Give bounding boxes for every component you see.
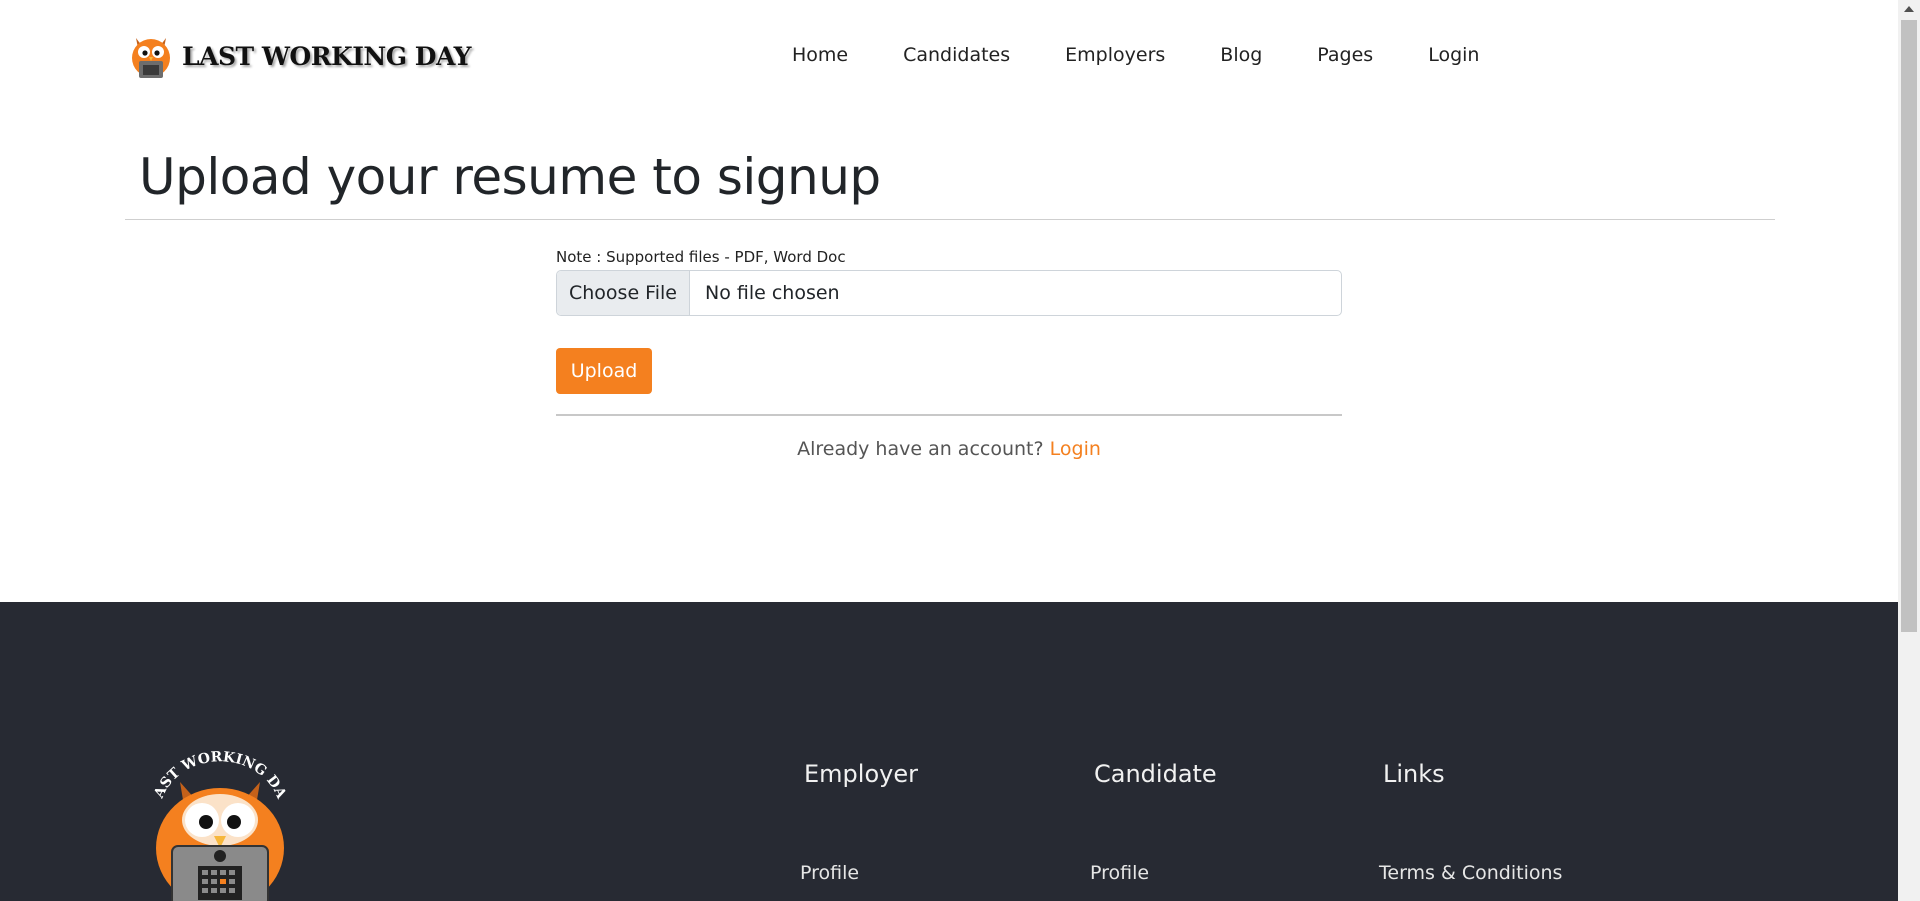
nav-blog[interactable]: Blog: [1220, 40, 1262, 70]
nav-employers[interactable]: Employers: [1065, 40, 1165, 70]
account-prompt-text: Already have an account?: [797, 438, 1044, 460]
supported-files-note: Note : Supported files - PDF, Word Doc: [556, 248, 846, 266]
choose-file-button[interactable]: Choose File: [557, 271, 690, 315]
form-divider: [556, 414, 1342, 416]
footer-terms-link[interactable]: Terms & Conditions: [1379, 862, 1562, 884]
footer-column-links: Links Terms & Conditions: [1379, 760, 1562, 884]
account-prompt-line: Already have an account? Login: [556, 438, 1342, 460]
brand-logo[interactable]: LAST WORKING DAY: [128, 30, 471, 82]
upload-button[interactable]: Upload: [556, 348, 652, 394]
brand-name: LAST WORKING DAY: [182, 41, 471, 71]
footer-owl-logo-icon: LAST WORKING DAY: [140, 748, 290, 901]
nav-pages[interactable]: Pages: [1317, 40, 1373, 70]
footer-heading-employer: Employer: [804, 760, 918, 788]
title-divider: [125, 219, 1775, 220]
nav-home[interactable]: Home: [792, 40, 848, 70]
scroll-up-arrow-icon[interactable]: [1904, 6, 1914, 12]
page-title: Upload your resume to signup: [139, 148, 881, 206]
footer-column-employer: Employer Profile: [800, 760, 918, 884]
footer-candidate-profile-link[interactable]: Profile: [1090, 862, 1149, 884]
resume-file-input[interactable]: Choose File No file chosen: [556, 270, 1342, 316]
scrollbar-thumb[interactable]: [1901, 20, 1917, 632]
footer-employer-profile-link[interactable]: Profile: [800, 862, 859, 884]
file-status-text: No file chosen: [705, 282, 840, 304]
footer-heading-candidate: Candidate: [1094, 760, 1217, 788]
site-header: LAST WORKING DAY Home Candidates Employe…: [0, 0, 1898, 110]
main-nav: Home Candidates Employers Blog Pages Log…: [792, 40, 1479, 70]
login-link[interactable]: Login: [1050, 438, 1101, 460]
vertical-scrollbar[interactable]: [1898, 0, 1920, 901]
nav-candidates[interactable]: Candidates: [903, 40, 1010, 70]
footer-column-candidate: Candidate Profile: [1090, 760, 1217, 884]
site-footer: LAST WORKING DAY Employer Profile Candid…: [0, 602, 1898, 901]
footer-heading-links: Links: [1383, 760, 1445, 788]
owl-logo-icon: [132, 38, 170, 78]
nav-login[interactable]: Login: [1428, 40, 1479, 70]
